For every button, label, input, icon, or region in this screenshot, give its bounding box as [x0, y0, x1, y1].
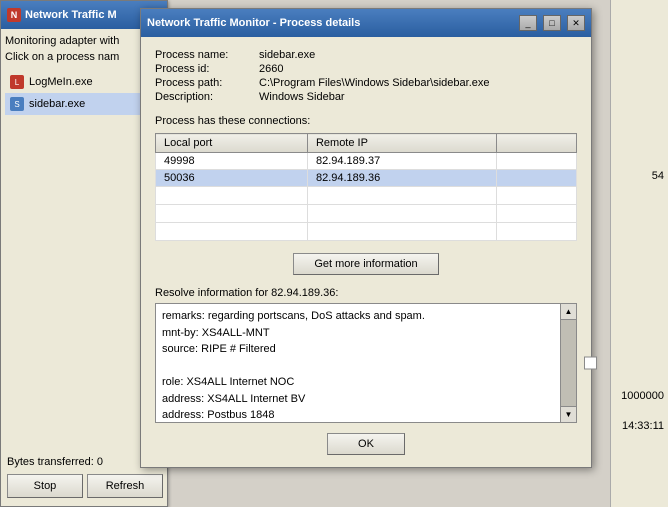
- table-row-empty1: [156, 187, 577, 205]
- logmein-label: LogMeIn.exe: [29, 76, 93, 88]
- right-panel: 54 1000000 14:33:11: [610, 0, 668, 507]
- scroll-down-button[interactable]: ▼: [561, 406, 576, 422]
- description-value: Windows Sidebar: [259, 91, 577, 103]
- resolve-line-3: source: RIPE # Filtered: [162, 341, 552, 358]
- col-local-port: Local port: [156, 134, 308, 153]
- bg-app-icon: N: [7, 8, 21, 22]
- right-num2: 1000000: [621, 390, 664, 402]
- table-row-empty2: [156, 205, 577, 223]
- resolve-line-2: mnt-by: XS4ALL-MNT: [162, 325, 552, 342]
- resolve-section: remarks: regarding portscans, DoS attack…: [155, 303, 577, 423]
- resolve-scrollbar[interactable]: ▲ ▼: [560, 304, 576, 422]
- resolve-box[interactable]: remarks: regarding portscans, DoS attack…: [155, 303, 577, 423]
- right-time: 14:33:11: [622, 420, 664, 432]
- bg-title: Network Traffic M: [25, 9, 117, 21]
- sidebar-icon: S: [10, 97, 24, 111]
- process-id-label: Process id:: [155, 63, 255, 75]
- resolve-line-7: address: Postbus 1848: [162, 407, 552, 423]
- process-path-label: Process path:: [155, 77, 255, 89]
- dialog-title: Network Traffic Monitor - Process detail…: [147, 17, 513, 29]
- col-remote-ip: Remote IP: [307, 134, 496, 153]
- refresh-button[interactable]: Refresh: [87, 474, 163, 498]
- process-path-value: C:\Program Files\Windows Sidebar\sidebar…: [259, 77, 577, 89]
- maximize-button[interactable]: □: [543, 15, 561, 31]
- get-more-info-button[interactable]: Get more information: [293, 253, 438, 275]
- resolve-checkbox[interactable]: [584, 357, 597, 370]
- ok-btn-row: OK: [155, 433, 577, 455]
- logmein-icon: L: [10, 75, 24, 89]
- connections-table: Local port Remote IP 49998 82.94.189.37 …: [155, 133, 577, 241]
- checkbox-container: [584, 357, 597, 370]
- process-info-grid: Process name: sidebar.exe Process id: 26…: [155, 49, 577, 103]
- get-more-info-container: Get more information: [155, 253, 577, 275]
- table-row[interactable]: 50036 82.94.189.36: [156, 170, 577, 187]
- process-name-value: sidebar.exe: [259, 49, 577, 61]
- table-row[interactable]: 49998 82.94.189.37: [156, 153, 577, 170]
- process-id-value: 2660: [259, 63, 577, 75]
- table-row-empty3: [156, 223, 577, 241]
- process-name-label: Process name:: [155, 49, 255, 61]
- right-num1: 54: [652, 170, 664, 182]
- dialog-body: Process name: sidebar.exe Process id: 26…: [141, 37, 591, 467]
- extra-2: [497, 170, 577, 187]
- sidebar-label: sidebar.exe: [29, 98, 85, 110]
- connections-title: Process has these connections:: [155, 115, 577, 127]
- resolve-label: Resolve information for 82.94.189.36:: [155, 287, 577, 299]
- stop-button[interactable]: Stop: [7, 474, 83, 498]
- remote-ip-1: 82.94.189.37: [307, 153, 496, 170]
- local-port-2: 50036: [156, 170, 308, 187]
- process-details-dialog: Network Traffic Monitor - Process detail…: [140, 8, 592, 468]
- close-button[interactable]: ✕: [567, 15, 585, 31]
- ok-button[interactable]: OK: [327, 433, 405, 455]
- dialog-titlebar: Network Traffic Monitor - Process detail…: [141, 9, 591, 37]
- scroll-thumb: [561, 320, 576, 406]
- resolve-content: remarks: regarding portscans, DoS attack…: [162, 308, 570, 423]
- col-extra: [497, 134, 577, 153]
- resolve-line-6: address: XS4ALL Internet BV: [162, 391, 552, 408]
- resolve-line-5: role: XS4ALL Internet NOC: [162, 374, 552, 391]
- remote-ip-2: 82.94.189.36: [307, 170, 496, 187]
- description-label: Description:: [155, 91, 255, 103]
- minimize-button[interactable]: _: [519, 15, 537, 31]
- local-port-1: 49998: [156, 153, 308, 170]
- resolve-line-1: remarks: regarding portscans, DoS attack…: [162, 308, 552, 325]
- bg-buttons: Stop Refresh: [7, 474, 163, 498]
- extra-1: [497, 153, 577, 170]
- resolve-line-4: [162, 358, 552, 375]
- scroll-up-button[interactable]: ▲: [561, 304, 576, 320]
